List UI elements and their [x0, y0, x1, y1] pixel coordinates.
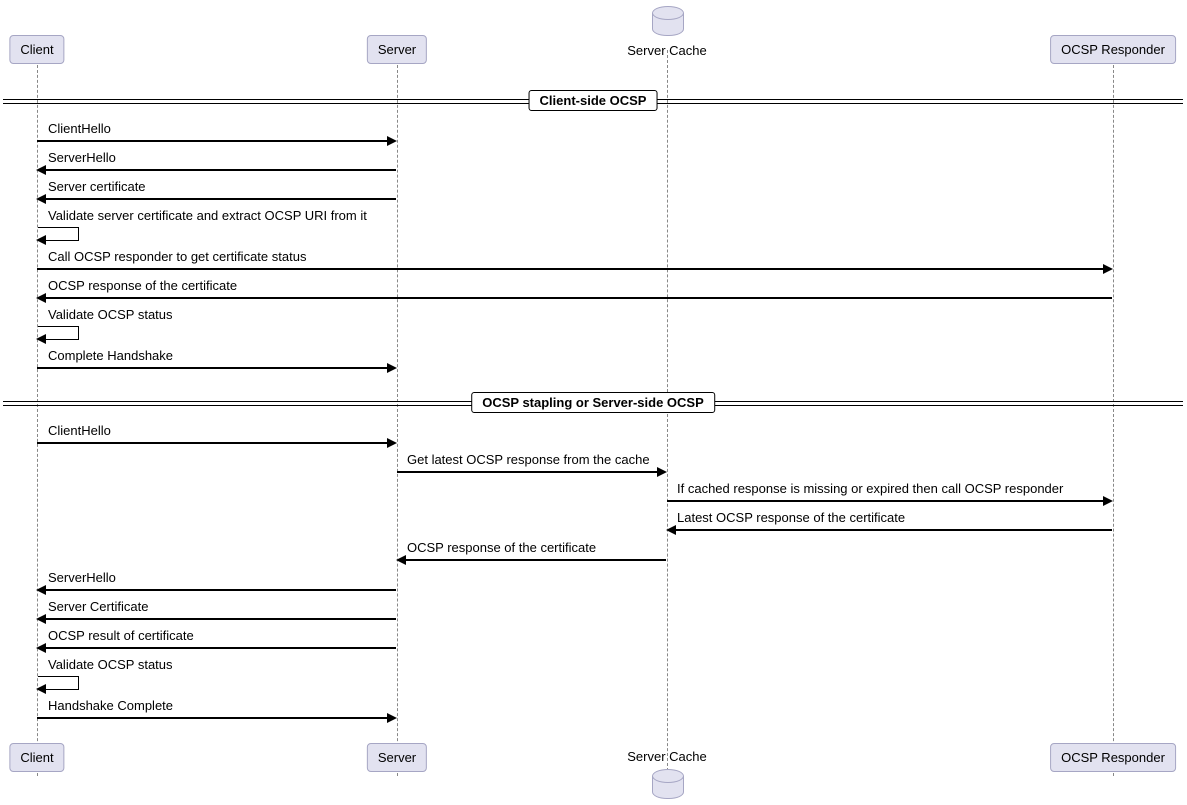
msg-label: OCSP response of the certificate: [46, 278, 239, 293]
participant-ocsp-top: OCSP Responder: [1050, 35, 1176, 64]
msg-label: ClientHello: [46, 423, 113, 438]
msg-label: ServerHello: [46, 570, 118, 585]
self-arrow: [38, 326, 79, 340]
divider-title: OCSP stapling or Server-side OCSP: [471, 392, 715, 413]
divider-server-side: OCSP stapling or Server-side OCSP: [3, 392, 1183, 414]
self-arrow: [38, 676, 79, 690]
sequence-diagram: Client Server Server Cache OCSP Responde…: [0, 0, 1187, 805]
msg-label: ServerHello: [46, 150, 118, 165]
arrow-right: [37, 140, 395, 142]
msg-label: Latest OCSP response of the certificate: [675, 510, 907, 525]
msg-label: Complete Handshake: [46, 348, 175, 363]
participant-server-bottom: Server: [367, 743, 427, 772]
database-icon: [652, 769, 682, 799]
database-icon: [652, 6, 682, 36]
arrow-right: [397, 471, 665, 473]
msg-label: Validate OCSP status: [46, 307, 175, 322]
participant-client-top: Client: [9, 35, 64, 64]
msg-label: Validate OCSP status: [46, 657, 175, 672]
msg-label: Call OCSP responder to get certificate s…: [46, 249, 308, 264]
arrow-left: [398, 559, 666, 561]
arrow-left: [38, 647, 396, 649]
arrow-left: [38, 169, 396, 171]
arrow-right: [37, 268, 1111, 270]
arrow-left: [668, 529, 1112, 531]
msg-label: OCSP response of the certificate: [405, 540, 598, 555]
arrow-right: [37, 717, 395, 719]
arrow-left: [38, 198, 396, 200]
arrow-right: [37, 442, 395, 444]
participant-client-bottom: Client: [9, 743, 64, 772]
arrow-right: [667, 500, 1111, 502]
arrow-left: [38, 297, 1112, 299]
self-arrow: [38, 227, 79, 241]
msg-label: Server Certificate: [46, 599, 150, 614]
participant-cache-top-label: Server Cache: [627, 43, 706, 58]
arrow-left: [38, 618, 396, 620]
msg-label: If cached response is missing or expired…: [675, 481, 1065, 496]
msg-label: Get latest OCSP response from the cache: [405, 452, 652, 467]
participant-cache-bottom-label: Server Cache: [627, 749, 706, 764]
divider-title: Client-side OCSP: [529, 90, 658, 111]
participant-server-top: Server: [367, 35, 427, 64]
divider-client-side: Client-side OCSP: [3, 90, 1183, 112]
participant-ocsp-bottom: OCSP Responder: [1050, 743, 1176, 772]
msg-label: Validate server certificate and extract …: [46, 208, 369, 223]
arrow-left: [38, 589, 396, 591]
msg-label: Handshake Complete: [46, 698, 175, 713]
msg-label: OCSP result of certificate: [46, 628, 196, 643]
msg-label: Server certificate: [46, 179, 148, 194]
msg-label: ClientHello: [46, 121, 113, 136]
arrow-right: [37, 367, 395, 369]
